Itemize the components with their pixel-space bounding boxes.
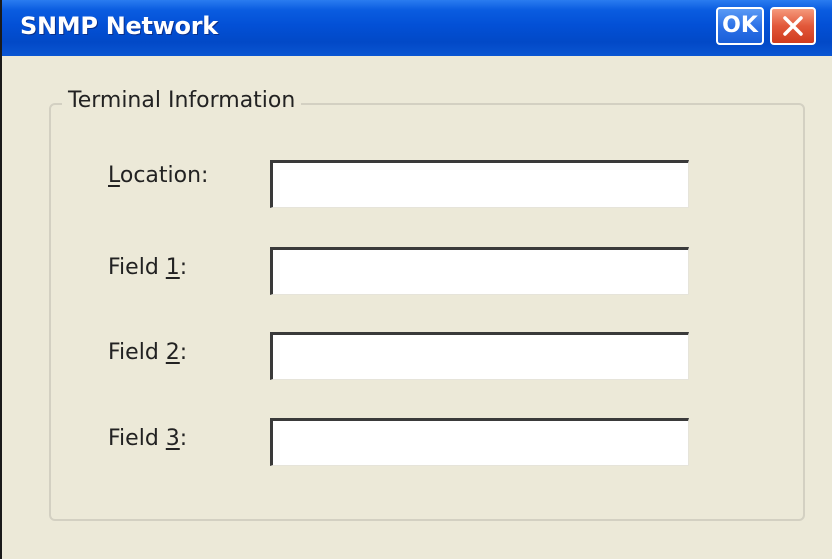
field-3-input[interactable] [270, 418, 689, 466]
label-text: Field [108, 340, 166, 365]
label-text: : [179, 255, 188, 280]
label-text: : [179, 426, 188, 451]
mnemonic-key: 2 [165, 340, 180, 365]
mnemonic-key: 1 [165, 255, 180, 280]
mnemonic-key: 3 [165, 426, 180, 451]
field-2-input[interactable] [270, 332, 689, 380]
snmp-network-dialog: SNMP Network OK Terminal Information Loc… [0, 0, 832, 559]
close-icon [783, 16, 803, 36]
field-2-label: Field 2: [108, 339, 187, 367]
close-button[interactable] [770, 7, 816, 45]
label-text: Field [108, 255, 166, 280]
title-bar[interactable]: SNMP Network OK [2, 0, 832, 56]
label-text: : [179, 340, 188, 365]
field-1-input[interactable] [270, 247, 689, 295]
mnemonic-key: L [108, 163, 120, 188]
location-label: Location: [108, 162, 208, 190]
field-1-label: Field 1: [108, 254, 187, 282]
location-input[interactable] [270, 160, 689, 208]
label-text: Field [108, 426, 166, 451]
window-title: SNMP Network [20, 12, 218, 40]
field-3-label: Field 3: [108, 425, 187, 453]
ok-button[interactable]: OK [716, 7, 764, 45]
group-title: Terminal Information [62, 86, 302, 116]
label-text: ocation: [119, 163, 209, 188]
